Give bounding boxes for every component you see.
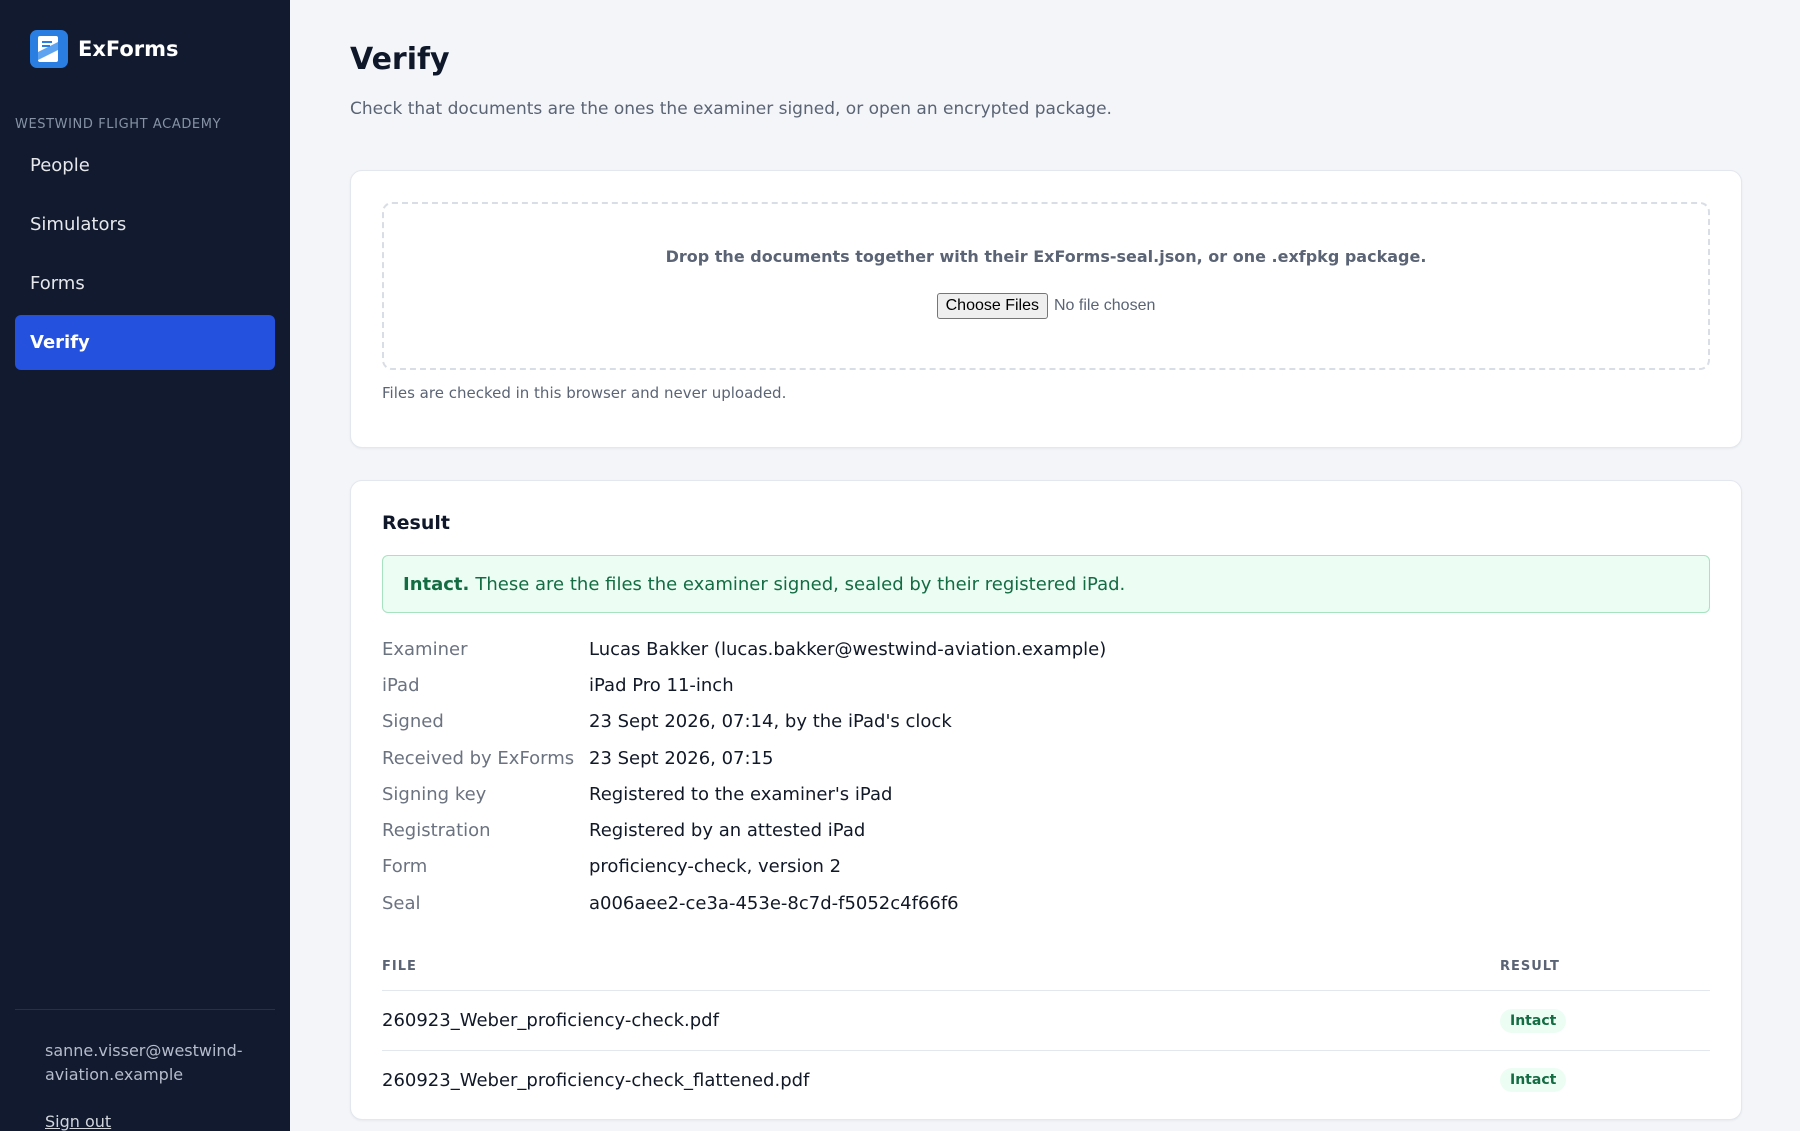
page-subtitle: Check that documents are the ones the ex… [350, 99, 1112, 119]
sidebar-item-simulators[interactable]: Simulators [15, 197, 275, 252]
brand-name: ExForms [78, 37, 179, 61]
sidebar-item-forms[interactable]: Forms [15, 256, 275, 311]
page-title: Verify [350, 42, 450, 77]
column-header-file: FILE [382, 959, 417, 974]
details-list: Examiner Lucas Bakker (lucas.bakker@west… [382, 631, 1710, 921]
detail-key: iPad [382, 674, 420, 696]
detail-value: Lucas Bakker (lucas.bakker@westwind-avia… [589, 638, 1107, 660]
detail-key: Examiner [382, 638, 468, 660]
result-title: Result [382, 512, 450, 534]
dropzone[interactable]: Drop the documents together with their E… [382, 202, 1710, 370]
files-table: FILE RESULT 260923_Weber_proficiency-che… [382, 943, 1710, 1109]
result-card: Result Intact. These are the files the e… [350, 480, 1742, 1120]
intact-banner: Intact. These are the files the examiner… [382, 555, 1710, 613]
table-header: FILE RESULT [382, 943, 1710, 991]
privacy-note: Files are checked in this browser and ne… [382, 384, 787, 402]
user-email: sanne.visser@westwind-aviation.example [45, 1041, 243, 1084]
status-badge: Intact [1500, 1008, 1567, 1033]
detail-row: Seal a006aee2-ce3a-453e-8c7d-f5052c4f66f… [382, 885, 1710, 921]
detail-row: iPad iPad Pro 11-inch [382, 667, 1710, 703]
file-picker: Choose Files No file chosen [384, 293, 1708, 319]
banner-status: Intact. [403, 573, 470, 595]
detail-key: Signing key [382, 783, 487, 805]
detail-row: Examiner Lucas Bakker (lucas.bakker@west… [382, 631, 1710, 667]
sign-out-link[interactable]: Sign out [45, 1112, 111, 1131]
status-badge: Intact [1500, 1068, 1567, 1092]
detail-row: Signed 23 Sept 2026, 07:14, by the iPad'… [382, 704, 1710, 740]
detail-row: Registration Registered by an attested i… [382, 812, 1710, 848]
detail-row: Received by ExForms 23 Sept 2026, 07:15 [382, 740, 1710, 776]
table-row: 260923_Weber_proficiency-check_flattened… [382, 1050, 1710, 1109]
detail-key: Received by ExForms [382, 747, 575, 769]
detail-value: Registered to the examiner's iPad [589, 783, 893, 805]
detail-row: Form proficiency-check, version 2 [382, 849, 1710, 885]
detail-row: Signing key Registered to the examiner's… [382, 776, 1710, 812]
file-name: 260923_Weber_proficiency-check_flattened… [382, 1069, 810, 1091]
drop-instructions: Drop the documents together with their E… [665, 247, 1427, 266]
table-row: 260923_Weber_proficiency-check.pdf Intac… [382, 991, 1710, 1050]
upload-card: Drop the documents together with their E… [350, 170, 1742, 448]
banner-message: These are the files the examiner signed,… [475, 573, 1126, 595]
detail-key: Form [382, 856, 428, 878]
sidebar-item-people[interactable]: People [15, 138, 275, 193]
detail-key: Signed [382, 711, 444, 733]
detail-value: a006aee2-ce3a-453e-8c7d-f5052c4f66f6 [589, 892, 959, 914]
sidebar-nav: People Simulators Forms Verify [15, 138, 275, 374]
sidebar: ExForms WESTWIND FLIGHT ACADEMY People S… [0, 0, 290, 1131]
file-status: No file chosen [1053, 297, 1156, 314]
choose-files-button[interactable]: Choose Files [936, 293, 1048, 319]
sidebar-item-verify[interactable]: Verify [15, 315, 275, 370]
document-logo-icon [30, 30, 68, 68]
sidebar-divider [15, 1009, 275, 1010]
detail-value: 23 Sept 2026, 07:15 [589, 747, 774, 769]
org-label: WESTWIND FLIGHT ACADEMY [15, 117, 222, 132]
brand[interactable]: ExForms [30, 30, 179, 68]
detail-value: proficiency-check, version 2 [589, 856, 842, 878]
detail-key: Seal [382, 892, 421, 914]
detail-value: 23 Sept 2026, 07:14, by the iPad's clock [589, 711, 952, 733]
file-name: 260923_Weber_proficiency-check.pdf [382, 1010, 719, 1031]
detail-value: iPad Pro 11-inch [589, 674, 734, 696]
detail-key: Registration [382, 820, 491, 842]
detail-value: Registered by an attested iPad [589, 820, 866, 842]
column-header-result: RESULT [1500, 959, 1560, 974]
